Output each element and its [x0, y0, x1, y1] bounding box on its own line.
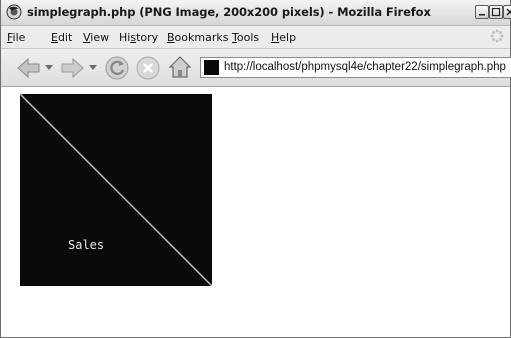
page-content: Sales [1, 87, 510, 337]
browser-window: simplegraph.php (PNG Image, 200x200 pixe… [0, 0, 511, 338]
menu-history[interactable]: History [119, 31, 158, 44]
menu-file-label: ile [12, 31, 26, 44]
menu-help[interactable]: Help [271, 31, 296, 44]
maximize-button[interactable] [489, 5, 503, 19]
close-button[interactable] [503, 5, 511, 19]
title-bar[interactable]: simplegraph.php (PNG Image, 200x200 pixe… [1, 0, 511, 26]
url-bar[interactable]: http://localhost/phpmysql4e/chapter22/si… [200, 57, 511, 78]
menu-view[interactable]: View [83, 31, 109, 44]
close-icon [506, 8, 511, 16]
menu-history-pre: Hi [119, 31, 131, 44]
image-label: Sales [68, 238, 105, 252]
maximize-icon [491, 7, 501, 17]
minimize-button[interactable] [475, 5, 489, 19]
png-image: Sales [20, 94, 212, 286]
menu-tools-label: ools [236, 31, 260, 44]
menu-edit[interactable]: Edit [51, 31, 72, 44]
menu-bookmarks-accel: B [167, 31, 175, 44]
forward-history-dropdown-icon[interactable] [89, 65, 97, 71]
menu-history-label: tory [136, 31, 159, 44]
menu-bookmarks-label: ookmarks [174, 31, 229, 44]
menu-view-label: iew [90, 31, 110, 44]
menu-file[interactable]: File [7, 31, 25, 44]
menu-bookmarks[interactable]: Bookmarks [167, 31, 228, 44]
stop-icon[interactable] [135, 55, 161, 81]
activity-throbber-icon [490, 29, 504, 43]
menu-tools[interactable]: Tools [232, 31, 259, 44]
menu-bar: File Edit View History Bookmarks Tools H… [1, 26, 510, 49]
forward-arrow-icon[interactable] [59, 57, 85, 79]
back-history-dropdown-icon[interactable] [45, 65, 53, 71]
menu-help-label: elp [279, 31, 297, 44]
minimize-icon [479, 14, 485, 16]
menu-edit-label: dit [57, 31, 73, 44]
url-text[interactable]: http://localhost/phpmysql4e/chapter22/si… [224, 61, 506, 73]
reload-icon[interactable] [104, 55, 130, 81]
window-title: simplegraph.php (PNG Image, 200x200 pixe… [27, 5, 431, 19]
home-icon[interactable] [167, 54, 193, 80]
navigation-toolbar: http://localhost/phpmysql4e/chapter22/si… [1, 49, 511, 87]
firefox-logo-icon [6, 4, 22, 20]
diagonal-line [20, 94, 212, 286]
back-arrow-icon[interactable] [16, 57, 42, 79]
page-favicon-icon [204, 60, 219, 75]
menu-edit-accel: E [51, 31, 58, 44]
